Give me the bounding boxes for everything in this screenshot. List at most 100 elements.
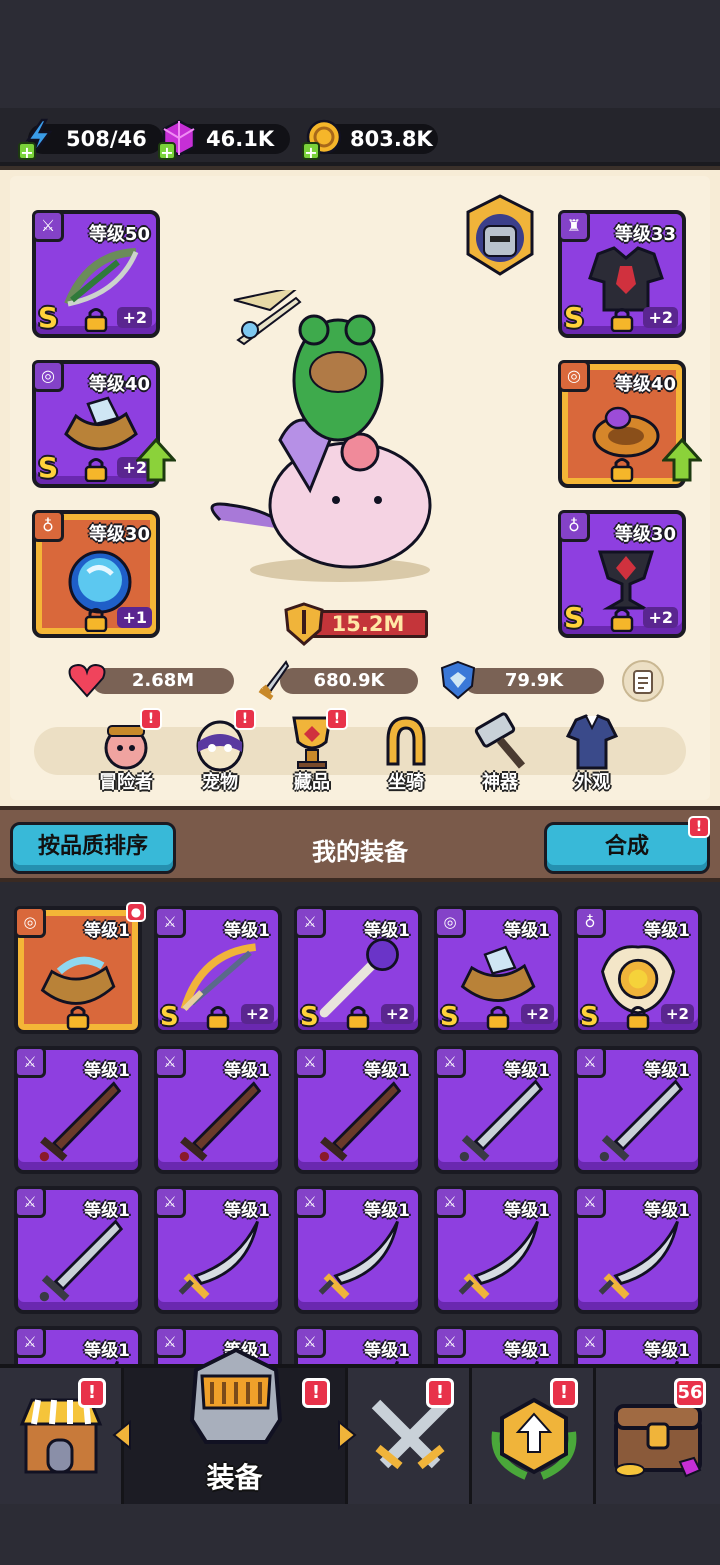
item-plus: +2 xyxy=(240,1004,274,1024)
equip-grade: S xyxy=(564,301,585,334)
inventory-item[interactable]: ⚔ 等级1 S +2 xyxy=(294,906,422,1034)
merge-badge: ! xyxy=(688,816,710,838)
power-shield-icon xyxy=(284,602,324,646)
item-grade: S xyxy=(300,1002,319,1032)
shop-badge: ! xyxy=(78,1378,106,1408)
inventory-item[interactable]: ⚔ 等级1 xyxy=(14,1326,142,1364)
inventory-item[interactable]: ⚔ 等级1 xyxy=(154,1046,282,1174)
tab-treasure[interactable]: 56 xyxy=(596,1368,720,1504)
floating-sword-icon xyxy=(236,296,302,346)
inventory-item[interactable]: ⚔ 等级1 xyxy=(434,1046,562,1174)
inventory-item[interactable]: ⚔ 等级1 xyxy=(574,1186,702,1314)
inventory-item[interactable]: ⚔ 等级1 xyxy=(294,1326,422,1364)
chalice-icon xyxy=(597,550,655,610)
status-area xyxy=(0,0,720,108)
sword-slot-icon: ⚔ xyxy=(32,210,64,242)
upgrade-arrow-icon[interactable] xyxy=(662,438,702,482)
menu-pet[interactable]: ! 宠物 xyxy=(180,708,260,794)
equip-plus: +2 xyxy=(643,607,678,628)
sort-by-quality-button[interactable]: 按品质排序 xyxy=(10,822,176,874)
treasure-badge: 56 xyxy=(674,1378,706,1408)
inventory-item[interactable]: ⚔ 等级1 S +2 xyxy=(154,906,282,1034)
lock-icon xyxy=(84,308,108,332)
inventory-item[interactable]: ⚔ 等级1 xyxy=(574,1046,702,1174)
lock-icon xyxy=(66,1006,90,1030)
tab-shop[interactable]: ! xyxy=(0,1368,124,1504)
ring-slot-icon: ◎ xyxy=(558,360,590,392)
menu-collection[interactable]: ! 藏品 xyxy=(272,708,352,794)
outfit-icon xyxy=(565,714,619,770)
tab-label: 装备 xyxy=(206,1461,263,1494)
dark-armor-icon xyxy=(588,246,664,312)
heart-icon xyxy=(68,663,106,698)
lock-icon xyxy=(206,1006,230,1030)
wood-sword-icon xyxy=(319,1081,402,1162)
energy-counter[interactable]: + 508/46 xyxy=(18,118,163,161)
inventory-item[interactable]: ◎ 等级1 ● xyxy=(14,902,146,1034)
power-value: 15.2M xyxy=(308,610,428,638)
equip-plus: +2 xyxy=(117,307,152,328)
item-grade: S xyxy=(440,1002,459,1032)
equip-slot-necklace[interactable]: ♁ 等级30 +1 xyxy=(32,510,160,638)
inventory-item[interactable]: ⚔ 等级1 xyxy=(294,1046,422,1174)
inventory-item[interactable]: ⚔ 等级1 xyxy=(14,1046,142,1174)
horseshoe-icon xyxy=(386,716,426,766)
lock-icon xyxy=(610,608,634,632)
equip-plus: +2 xyxy=(643,307,678,328)
tab-battle[interactable]: ! xyxy=(348,1368,472,1504)
menu-mount[interactable]: 坐骑 xyxy=(366,712,446,794)
equip-slot-necklace-2[interactable]: ♁ 等级30 S +2 xyxy=(558,510,686,638)
equip-plus: +1 xyxy=(117,607,152,628)
gold-ring-icon xyxy=(592,406,660,458)
inventory-item[interactable]: ♁ 等级1 S +2 xyxy=(574,906,702,1034)
item-grade: S xyxy=(160,1002,179,1032)
gesture-bar-area xyxy=(0,1504,720,1565)
tab-upgrade[interactable]: ! xyxy=(472,1368,596,1504)
details-button[interactable] xyxy=(622,660,664,702)
resource-bar: + 508/46 + 46.1K + 803.8K xyxy=(0,108,720,166)
item-plus: +2 xyxy=(380,1004,414,1024)
add-energy-icon[interactable]: + xyxy=(18,142,36,161)
tab-equipment[interactable]: ! 装备 xyxy=(112,1347,357,1504)
equip-slot-armor[interactable]: ♜ 等级33 S +2 xyxy=(558,210,686,338)
equip-slot-weapon[interactable]: ⚔ 等级50 S +2 xyxy=(32,210,160,338)
new-item-marker-icon: ● xyxy=(126,902,146,922)
inventory-item[interactable]: ⚔ 等级1 xyxy=(434,1326,562,1364)
treasure-chest-icon xyxy=(614,1404,702,1478)
menu-artifact[interactable]: 神器 xyxy=(460,712,540,794)
inventory-item[interactable]: ⚔ 等级1 xyxy=(294,1186,422,1314)
lock-icon xyxy=(84,458,108,482)
inventory-item[interactable]: ⚔ 等级1 xyxy=(154,1186,282,1314)
scimitar-icon xyxy=(458,1220,539,1300)
knight-portrait-icon[interactable] xyxy=(462,192,538,278)
equip-grade: S xyxy=(564,601,585,634)
add-coin-icon[interactable]: + xyxy=(302,142,320,161)
inventory-item[interactable]: ⚔ 等级1 xyxy=(14,1186,142,1314)
inventory-item[interactable]: ◎ 等级1 S +2 xyxy=(434,906,562,1034)
gem-counter[interactable]: + 46.1K xyxy=(158,119,290,161)
shield-stat-icon xyxy=(440,660,476,700)
gem-value: 46.1K xyxy=(206,127,275,151)
inventory-item[interactable]: ⚔ 等级1 xyxy=(574,1326,702,1364)
upgrade-arrow-icon[interactable] xyxy=(136,438,176,482)
merge-button[interactable]: 合成 xyxy=(544,822,710,874)
menu-badge: ! xyxy=(140,708,162,730)
menu-appearance[interactable]: 外观 xyxy=(552,712,632,794)
scimitar-icon xyxy=(598,1220,679,1300)
list-icon xyxy=(633,670,653,694)
inventory-header: 按品质排序 我的装备 合成 ! xyxy=(0,806,720,882)
wood-sword-icon xyxy=(179,1081,262,1162)
lock-icon xyxy=(84,608,108,632)
scimitar-icon xyxy=(674,1360,679,1364)
add-gem-icon[interactable]: + xyxy=(158,142,176,161)
gem-icon: + xyxy=(158,118,198,161)
menu-adventurer[interactable]: ! 冒险者 xyxy=(86,708,166,794)
chevron-left-icon xyxy=(112,1420,131,1450)
coin-value: 803.8K xyxy=(350,127,433,151)
inventory-item[interactable]: ⚔ 等级1 xyxy=(434,1186,562,1314)
equip-level: 等级30 xyxy=(88,524,150,545)
steel-sword-icon xyxy=(599,1079,684,1162)
bottom-nav: ! ! 装备 ! ! 56 xyxy=(0,1347,720,1504)
coin-counter[interactable]: + 803.8K xyxy=(302,119,438,161)
armor-slot-icon: ♜ xyxy=(558,210,590,242)
